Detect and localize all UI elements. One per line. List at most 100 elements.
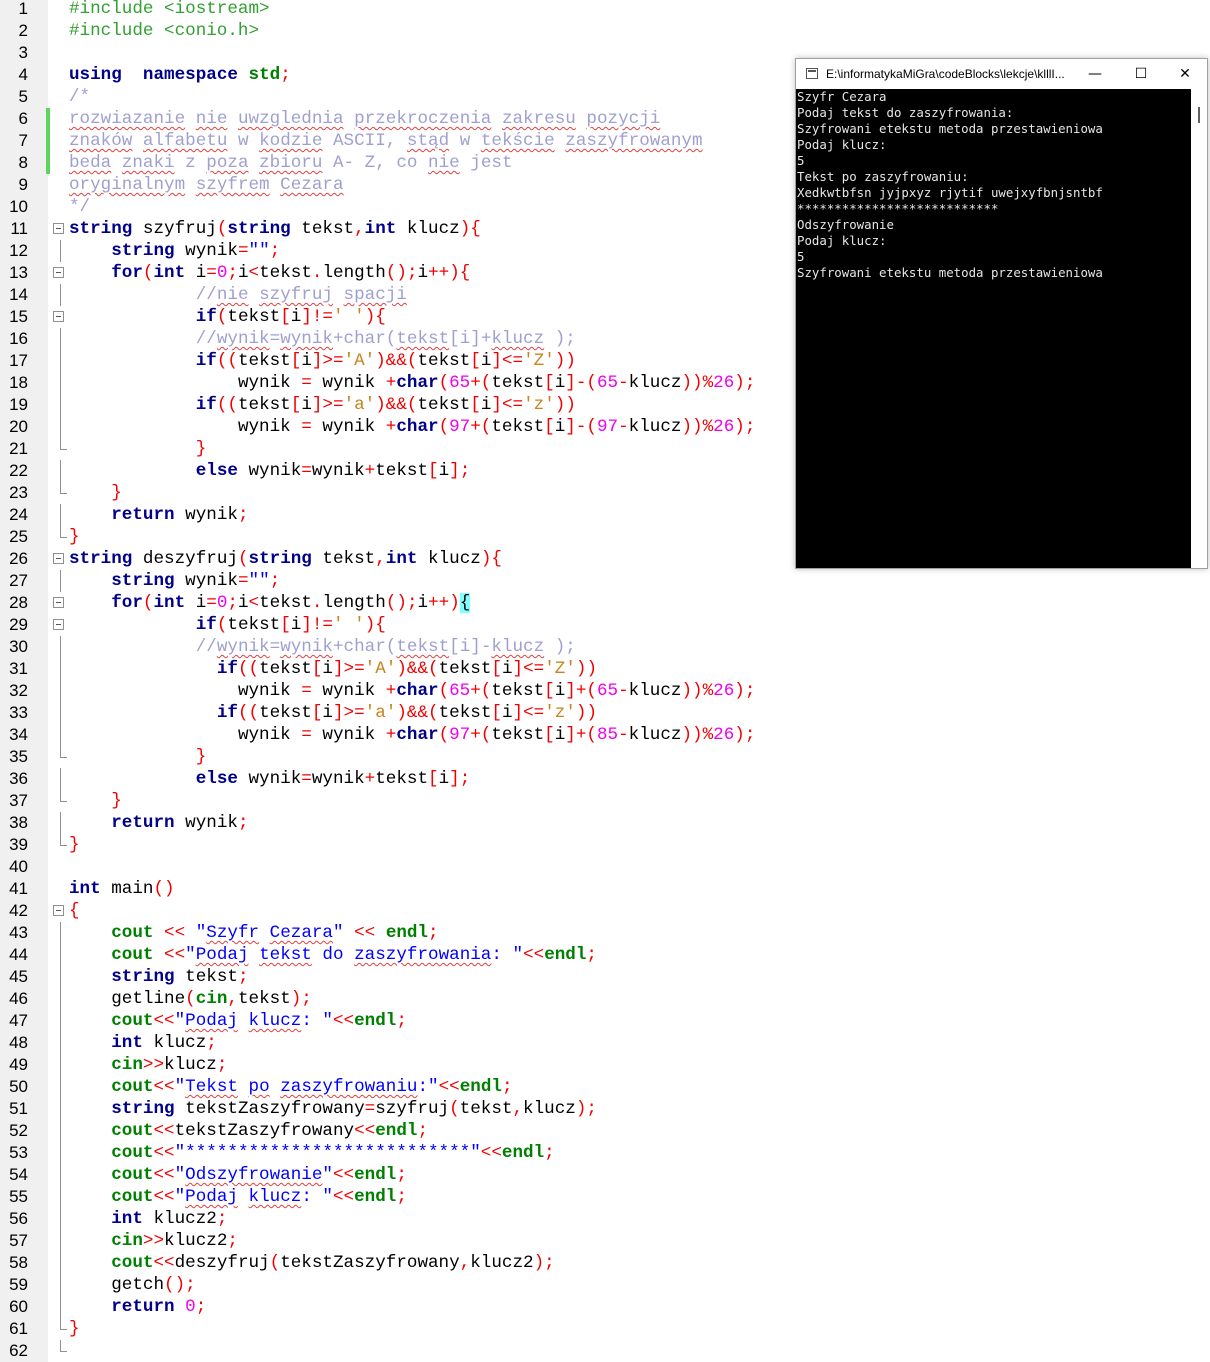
code-text[interactable]: int klucz; [69, 1032, 217, 1054]
close-button[interactable]: ✕ [1162, 59, 1208, 89]
code-text[interactable]: } [69, 746, 207, 768]
code-text[interactable]: beda znaki z poza zbioru A- Z, co nie je… [69, 152, 513, 174]
fold-toggle-icon[interactable] [53, 905, 64, 916]
code-text[interactable]: cin>>klucz2; [69, 1230, 238, 1252]
code-text[interactable]: if((tekst[i]>='a')&&(tekst[i]<='z')) [69, 702, 597, 724]
code-line[interactable]: 46 getline(cin,tekst); [0, 988, 1210, 1010]
code-text[interactable]: string wynik=""; [69, 570, 280, 592]
code-line[interactable]: 49 cin>>klucz; [0, 1054, 1210, 1076]
code-text[interactable]: else wynik=wynik+tekst[i]; [69, 768, 471, 790]
code-line[interactable]: 59 getch(); [0, 1274, 1210, 1296]
fold-toggle-icon[interactable] [53, 311, 64, 322]
code-text[interactable]: cout<<"Odszyfrowanie"<<endl; [69, 1164, 407, 1186]
code-line[interactable]: 45 string tekst; [0, 966, 1210, 988]
code-text[interactable]: oryginalnym szyfrem Cezara [69, 174, 344, 196]
code-text[interactable]: getline(cin,tekst); [69, 988, 312, 1010]
code-text[interactable]: } [69, 1318, 80, 1340]
code-line[interactable]: 42 { [0, 900, 1210, 922]
code-line[interactable]: 32 wynik = wynik +char(65+(tekst[i]+(65-… [0, 680, 1210, 702]
code-line[interactable]: 62 [0, 1340, 1210, 1362]
code-line[interactable]: 51 string tekstZaszyfrowany=szyfruj(teks… [0, 1098, 1210, 1120]
code-line[interactable]: 34 wynik = wynik +char(97+(tekst[i]+(85-… [0, 724, 1210, 746]
code-line[interactable]: 48 int klucz; [0, 1032, 1210, 1054]
code-text[interactable]: string tekst; [69, 966, 248, 988]
code-line[interactable]: 40 [0, 856, 1210, 878]
code-text[interactable]: cout <<"Podaj tekst do zaszyfrowania: "<… [69, 944, 597, 966]
fold-toggle-icon[interactable] [53, 267, 64, 278]
code-text[interactable]: //nie szyfruj spacji [69, 284, 407, 306]
console-window[interactable]: E:\informatykaMiGra\codeBlocks\lekcje\kl… [795, 58, 1208, 569]
code-text[interactable]: znaków alfabetu w kodzie ASCII, stąd w t… [69, 130, 703, 152]
code-text[interactable]: */ [69, 196, 90, 218]
code-text[interactable]: return wynik; [69, 812, 248, 834]
code-line[interactable]: 1 #include <iostream> [0, 0, 1210, 20]
fold-toggle-icon[interactable] [53, 223, 64, 234]
code-text[interactable]: if(tekst[i]!=' '){ [69, 306, 386, 328]
code-text[interactable]: string tekstZaszyfrowany=szyfruj(tekst,k… [69, 1098, 597, 1120]
code-text[interactable]: //wynik=wynik+char(tekst[i]+klucz ); [69, 328, 576, 350]
code-line[interactable]: 61} [0, 1318, 1210, 1340]
code-line[interactable]: 55 cout<<"Podaj klucz: "<<endl; [0, 1186, 1210, 1208]
maximize-button[interactable]: ☐ [1118, 59, 1164, 89]
code-line[interactable]: 33 if((tekst[i]>='a')&&(tekst[i]<='z')) [0, 702, 1210, 724]
code-text[interactable]: string wynik=""; [69, 240, 280, 262]
code-text[interactable]: } [69, 790, 122, 812]
code-text[interactable]: string szyfruj(string tekst,int klucz){ [69, 218, 481, 240]
code-line[interactable]: 2 #include <conio.h> [0, 20, 1210, 42]
code-text[interactable]: if((tekst[i]>='A')&&(tekst[i]<='Z')) [69, 658, 597, 680]
code-text[interactable]: wynik = wynik +char(65+(tekst[i]-(65-klu… [69, 372, 755, 394]
code-text[interactable]: cout<<"Podaj klucz: "<<endl; [69, 1010, 407, 1032]
code-text[interactable]: int main() [69, 878, 175, 900]
code-line[interactable]: 50 cout<<"Tekst po zaszyfrowaniu:"<<endl… [0, 1076, 1210, 1098]
code-line[interactable]: 31 if((tekst[i]>='A')&&(tekst[i]<='Z')) [0, 658, 1210, 680]
code-line[interactable]: 39} [0, 834, 1210, 856]
code-text[interactable]: } [69, 438, 207, 460]
code-text[interactable]: /* [69, 86, 90, 108]
fold-toggle-icon[interactable] [53, 597, 64, 608]
code-text[interactable]: //wynik=wynik+char(tekst[i]-klucz ); [69, 636, 576, 658]
code-text[interactable]: cout << "Szyfr Cezara" << endl; [69, 922, 438, 944]
code-line[interactable]: 27 string wynik=""; [0, 570, 1210, 592]
fold-toggle-icon[interactable] [53, 553, 64, 564]
code-line[interactable]: 60 return 0; [0, 1296, 1210, 1318]
console-scrollbar[interactable] [1191, 89, 1207, 568]
minimize-button[interactable]: — [1072, 59, 1118, 89]
code-line[interactable]: 52 cout<<tekstZaszyfrowany<<endl; [0, 1120, 1210, 1142]
code-text[interactable]: wynik = wynik +char(97+(tekst[i]-(97-klu… [69, 416, 755, 438]
console-titlebar[interactable]: E:\informatykaMiGra\codeBlocks\lekcje\kl… [796, 59, 1207, 89]
console-scrollbar-thumb[interactable] [1198, 107, 1200, 123]
code-line[interactable]: 54 cout<<"Odszyfrowanie"<<endl; [0, 1164, 1210, 1186]
code-line[interactable]: 43 cout << "Szyfr Cezara" << endl; [0, 922, 1210, 944]
code-text[interactable]: if((tekst[i]>='a')&&(tekst[i]<='z')) [69, 394, 576, 416]
code-text[interactable]: if(tekst[i]!=' '){ [69, 614, 386, 636]
code-text[interactable]: wynik = wynik +char(65+(tekst[i]+(65-klu… [69, 680, 755, 702]
code-text[interactable]: cout<<"Tekst po zaszyfrowaniu:"<<endl; [69, 1076, 512, 1098]
code-text[interactable]: for(int i=0;i<tekst.length();i++){ [69, 262, 470, 284]
code-text[interactable]: int klucz2; [69, 1208, 227, 1230]
code-line[interactable]: 58 cout<<deszyfruj(tekstZaszyfrowany,klu… [0, 1252, 1210, 1274]
code-text[interactable]: rozwiazanie nie uwzglednia przekroczenia… [69, 108, 660, 130]
code-text[interactable]: } [69, 482, 122, 504]
code-line[interactable]: 35 } [0, 746, 1210, 768]
code-text[interactable]: #include <conio.h> [69, 20, 259, 42]
code-text[interactable]: else wynik=wynik+tekst[i]; [69, 460, 471, 482]
code-text[interactable]: } [69, 834, 80, 856]
code-text[interactable]: cout<<"Podaj klucz: "<<endl; [69, 1186, 407, 1208]
code-text[interactable]: wynik = wynik +char(97+(tekst[i]+(85-klu… [69, 724, 755, 746]
code-text[interactable]: { [69, 900, 80, 922]
code-text[interactable]: cout<<tekstZaszyfrowany<<endl; [69, 1120, 428, 1142]
code-line[interactable]: 47 cout<<"Podaj klucz: "<<endl; [0, 1010, 1210, 1032]
code-text[interactable]: if((tekst[i]>='A')&&(tekst[i]<='Z')) [69, 350, 576, 372]
code-line[interactable]: 28 for(int i=0;i<tekst.length();i++){ [0, 592, 1210, 614]
code-text[interactable]: return wynik; [69, 504, 248, 526]
code-text[interactable]: #include <iostream> [69, 0, 270, 20]
code-text[interactable]: return 0; [69, 1296, 206, 1318]
code-text[interactable]: string deszyfruj(string tekst,int klucz)… [69, 548, 502, 570]
code-line[interactable]: 41 int main() [0, 878, 1210, 900]
code-line[interactable]: 30 //wynik=wynik+char(tekst[i]-klucz ); [0, 636, 1210, 658]
code-line[interactable]: 29 if(tekst[i]!=' '){ [0, 614, 1210, 636]
code-text[interactable]: getch(); [69, 1274, 195, 1296]
fold-toggle-icon[interactable] [53, 619, 64, 630]
code-line[interactable]: 37 } [0, 790, 1210, 812]
code-line[interactable]: 44 cout <<"Podaj tekst do zaszyfrowania:… [0, 944, 1210, 966]
